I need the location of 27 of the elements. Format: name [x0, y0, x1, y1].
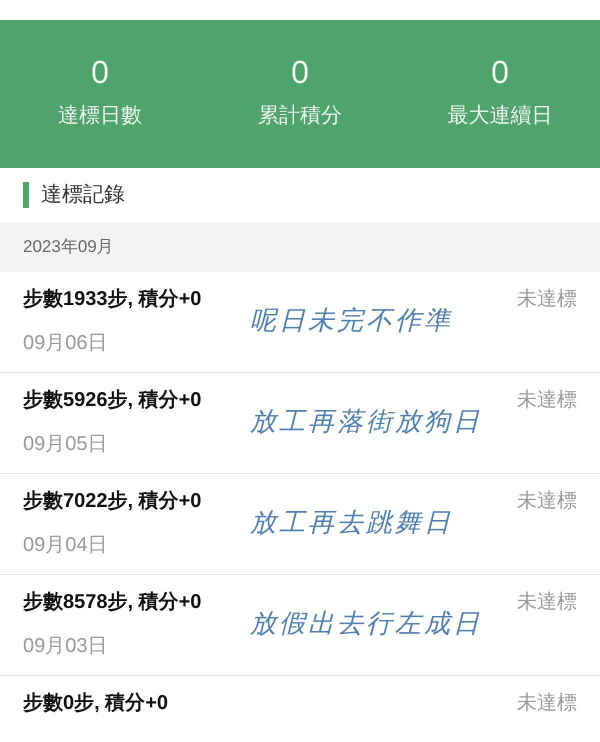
section-title: 達標記錄	[41, 182, 125, 208]
handwritten-note: 放工再落街放狗日	[250, 406, 482, 439]
handwritten-note: 放工再去跳舞日	[250, 507, 453, 540]
month-header: 2023年09月	[0, 222, 600, 272]
stat-value: 0	[91, 56, 109, 88]
accent-bar	[23, 182, 29, 208]
stat-value: 0	[291, 56, 309, 88]
record-title: 步數7022步, 積分+0	[23, 489, 202, 514]
stat-label: 最大連續日	[448, 103, 552, 130]
handwritten-note: 放假出去行左成日	[250, 608, 482, 641]
record-status: 未達標	[517, 489, 577, 514]
record-date: 09月03日	[23, 634, 108, 659]
record-title: 步數0步, 積分+0	[23, 691, 168, 716]
record-title: 步數5926步, 積分+0	[23, 388, 202, 413]
stat-label: 累計積分	[258, 103, 342, 130]
record-title: 步數8578步, 積分+0	[23, 590, 202, 615]
record-status: 未達標	[517, 691, 577, 716]
record-date: 09月04日	[23, 533, 108, 558]
handwritten-note: 呢日未完不作準	[250, 305, 453, 338]
record-date: 09月06日	[23, 331, 108, 356]
record-status: 未達標	[517, 388, 577, 413]
record-status: 未達標	[517, 590, 577, 615]
record-status: 未達標	[517, 287, 577, 312]
stat-value: 0	[491, 56, 509, 88]
record-title: 步數1933步, 積分+0	[23, 287, 202, 312]
record-date: 09月05日	[23, 432, 108, 457]
stat-label: 達標日數	[58, 103, 142, 130]
